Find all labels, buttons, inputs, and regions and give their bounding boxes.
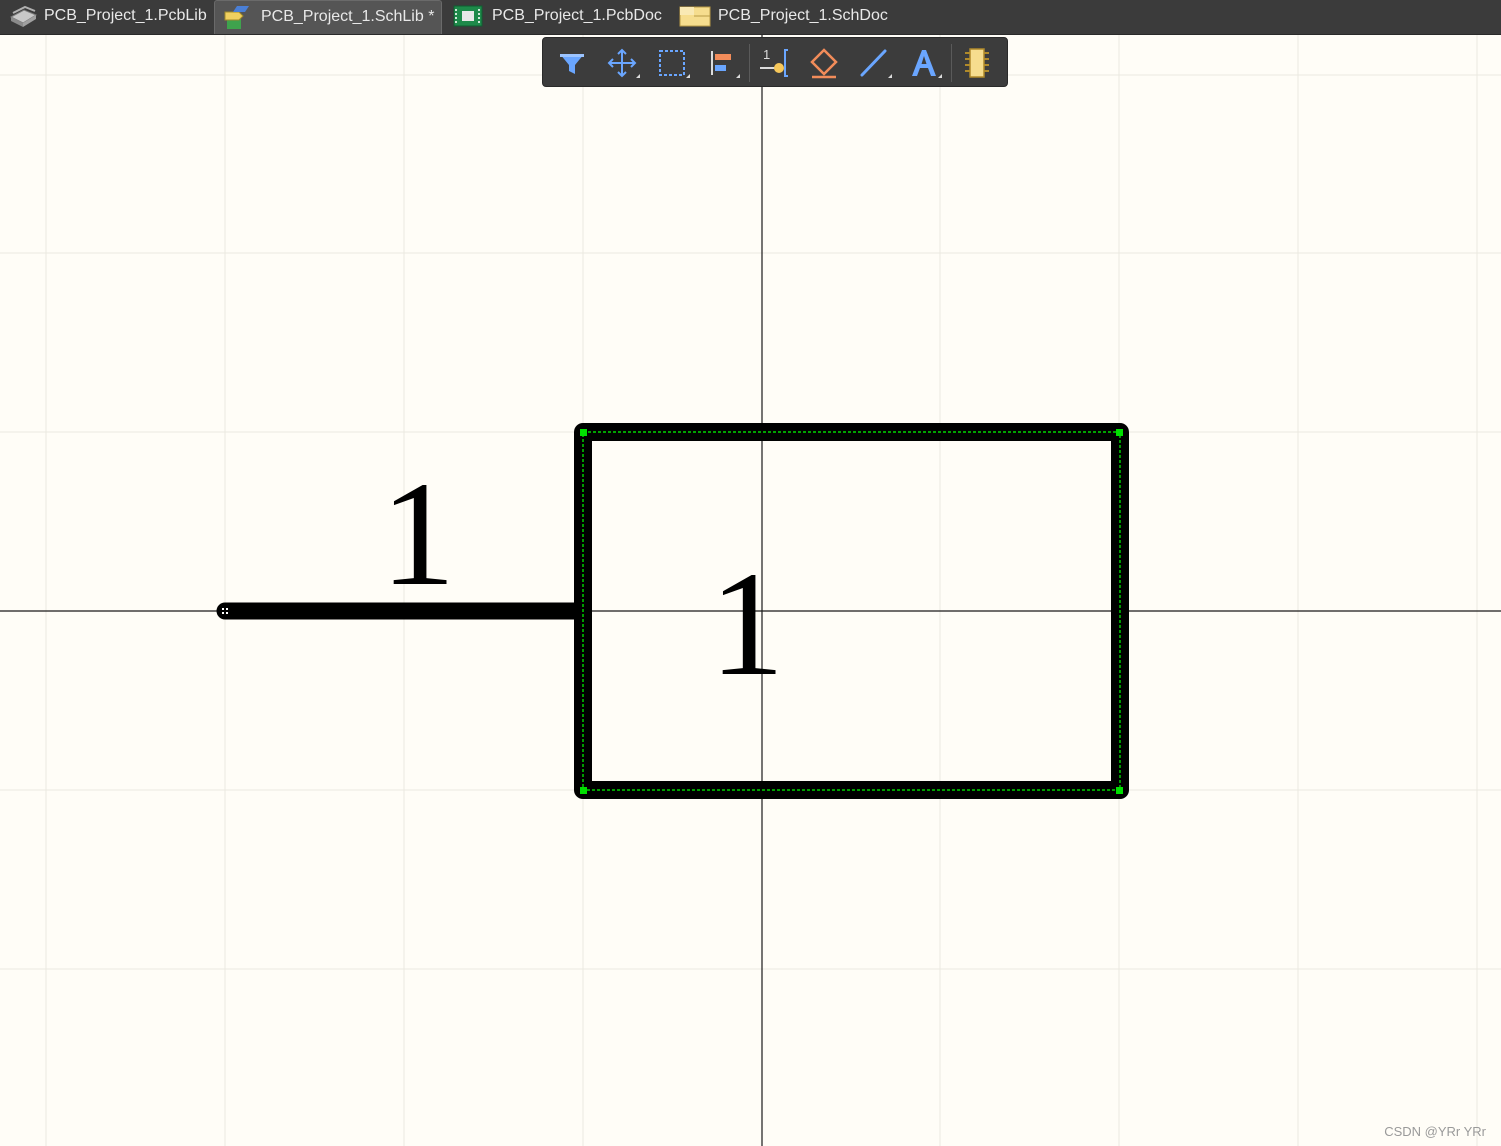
tab-label: PCB_Project_1.SchLib * [261,8,435,25]
place-text-icon [912,50,942,78]
move-button[interactable] [602,44,642,82]
place-text-button[interactable] [904,44,944,82]
place-ieee-symbol-button[interactable] [804,44,844,82]
pcbdoc-icon [453,5,483,27]
toolbar-separator [951,44,952,82]
align-icon [711,51,740,78]
tab-schdoc[interactable]: PCB_Project_1.SchDoc [674,0,904,34]
tab-label: PCB_Project_1.SchDoc [718,7,888,24]
place-pin-icon: 1 [760,47,788,77]
schematic-editor-canvas[interactable]: 1 1 CSDN @YRr YRr [0,35,1501,1146]
selection-handle[interactable] [580,787,587,794]
place-line-icon [860,49,892,78]
tab-schlib[interactable]: PCB_Project_1.SchLib * [214,0,442,34]
select-area-button[interactable] [652,44,692,82]
place-line-button[interactable] [854,44,894,82]
selection-handle[interactable] [1116,429,1123,436]
move-icon [607,48,640,78]
tab-label: PCB_Project_1.PcbDoc [492,7,662,24]
add-component-button[interactable] [957,44,997,82]
svg-text:1: 1 [763,47,770,62]
tab-pcblib[interactable]: PCB_Project_1.PcbLib [0,0,212,34]
watermark: CSDN @YRr YRr [1384,1124,1486,1139]
align-button[interactable] [702,44,742,82]
selection-handle[interactable] [1116,787,1123,794]
document-tab-bar: PCB_Project_1.PcbLib PCB_Project_1.SchLi… [0,0,1501,35]
pin-hotspot-marker [222,608,224,610]
toolbar-separator [749,44,750,82]
place-pin-button[interactable]: 1 [754,44,794,82]
schdoc-icon [679,6,711,27]
tab-label: PCB_Project_1.PcbLib [44,7,207,24]
add-component-icon [965,48,989,78]
select-area-icon [659,50,690,78]
active-bar-toolbar: 1 [542,37,1008,87]
filter-button[interactable] [552,44,592,82]
filter-icon [560,54,584,74]
component-pin[interactable]: 1 [216,451,592,620]
body-text-label: 1 [710,541,785,707]
selection-handle[interactable] [580,429,587,436]
schematic-drawing: 1 1 [0,35,1501,1146]
pcblib-icon [9,5,38,27]
place-ieee-symbol-icon [810,48,838,79]
schlib-icon [224,6,249,29]
tab-pcbdoc[interactable]: PCB_Project_1.PcbDoc [446,0,672,34]
pin-designator: 1 [381,451,456,617]
